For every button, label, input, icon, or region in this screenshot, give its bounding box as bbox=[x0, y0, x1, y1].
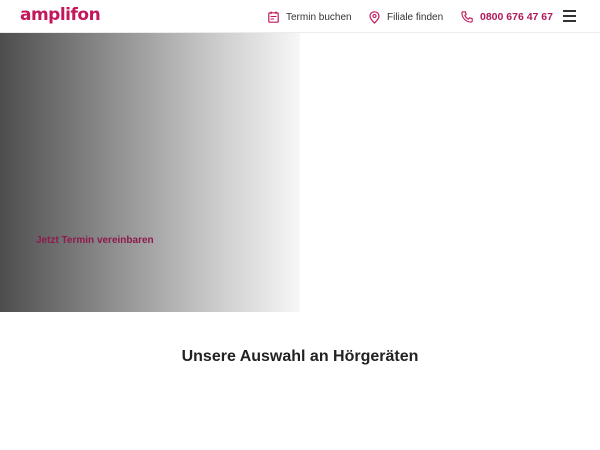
section-title: Unsere Auswahl an Hörgeräten bbox=[181, 348, 419, 365]
find-store-label: Filiale finden bbox=[387, 11, 444, 23]
phone-link[interactable]: 0800 676 47 67 bbox=[461, 9, 553, 25]
hero-image-placeholder bbox=[0, 33, 300, 312]
book-appointment-link[interactable]: Termin buchen bbox=[268, 9, 352, 25]
location-pin-icon bbox=[369, 10, 380, 24]
find-store-link[interactable]: Filiale finden bbox=[369, 9, 443, 25]
phone-number: 0800 676 47 67 bbox=[480, 11, 553, 23]
book-appointment-label: Termin buchen bbox=[286, 11, 352, 23]
book-appointment-cta[interactable]: Jetzt Termin vereinbaren bbox=[36, 235, 154, 246]
phone-icon bbox=[461, 11, 473, 23]
hero-banner: Jetzt Termin vereinbaren bbox=[0, 33, 600, 312]
site-header: amplifon Termin buchen Filiale finden 08… bbox=[0, 0, 600, 33]
hamburger-menu-icon[interactable] bbox=[563, 10, 576, 22]
amplifon-logo[interactable]: amplifon bbox=[20, 5, 101, 25]
calendar-icon bbox=[268, 11, 279, 23]
